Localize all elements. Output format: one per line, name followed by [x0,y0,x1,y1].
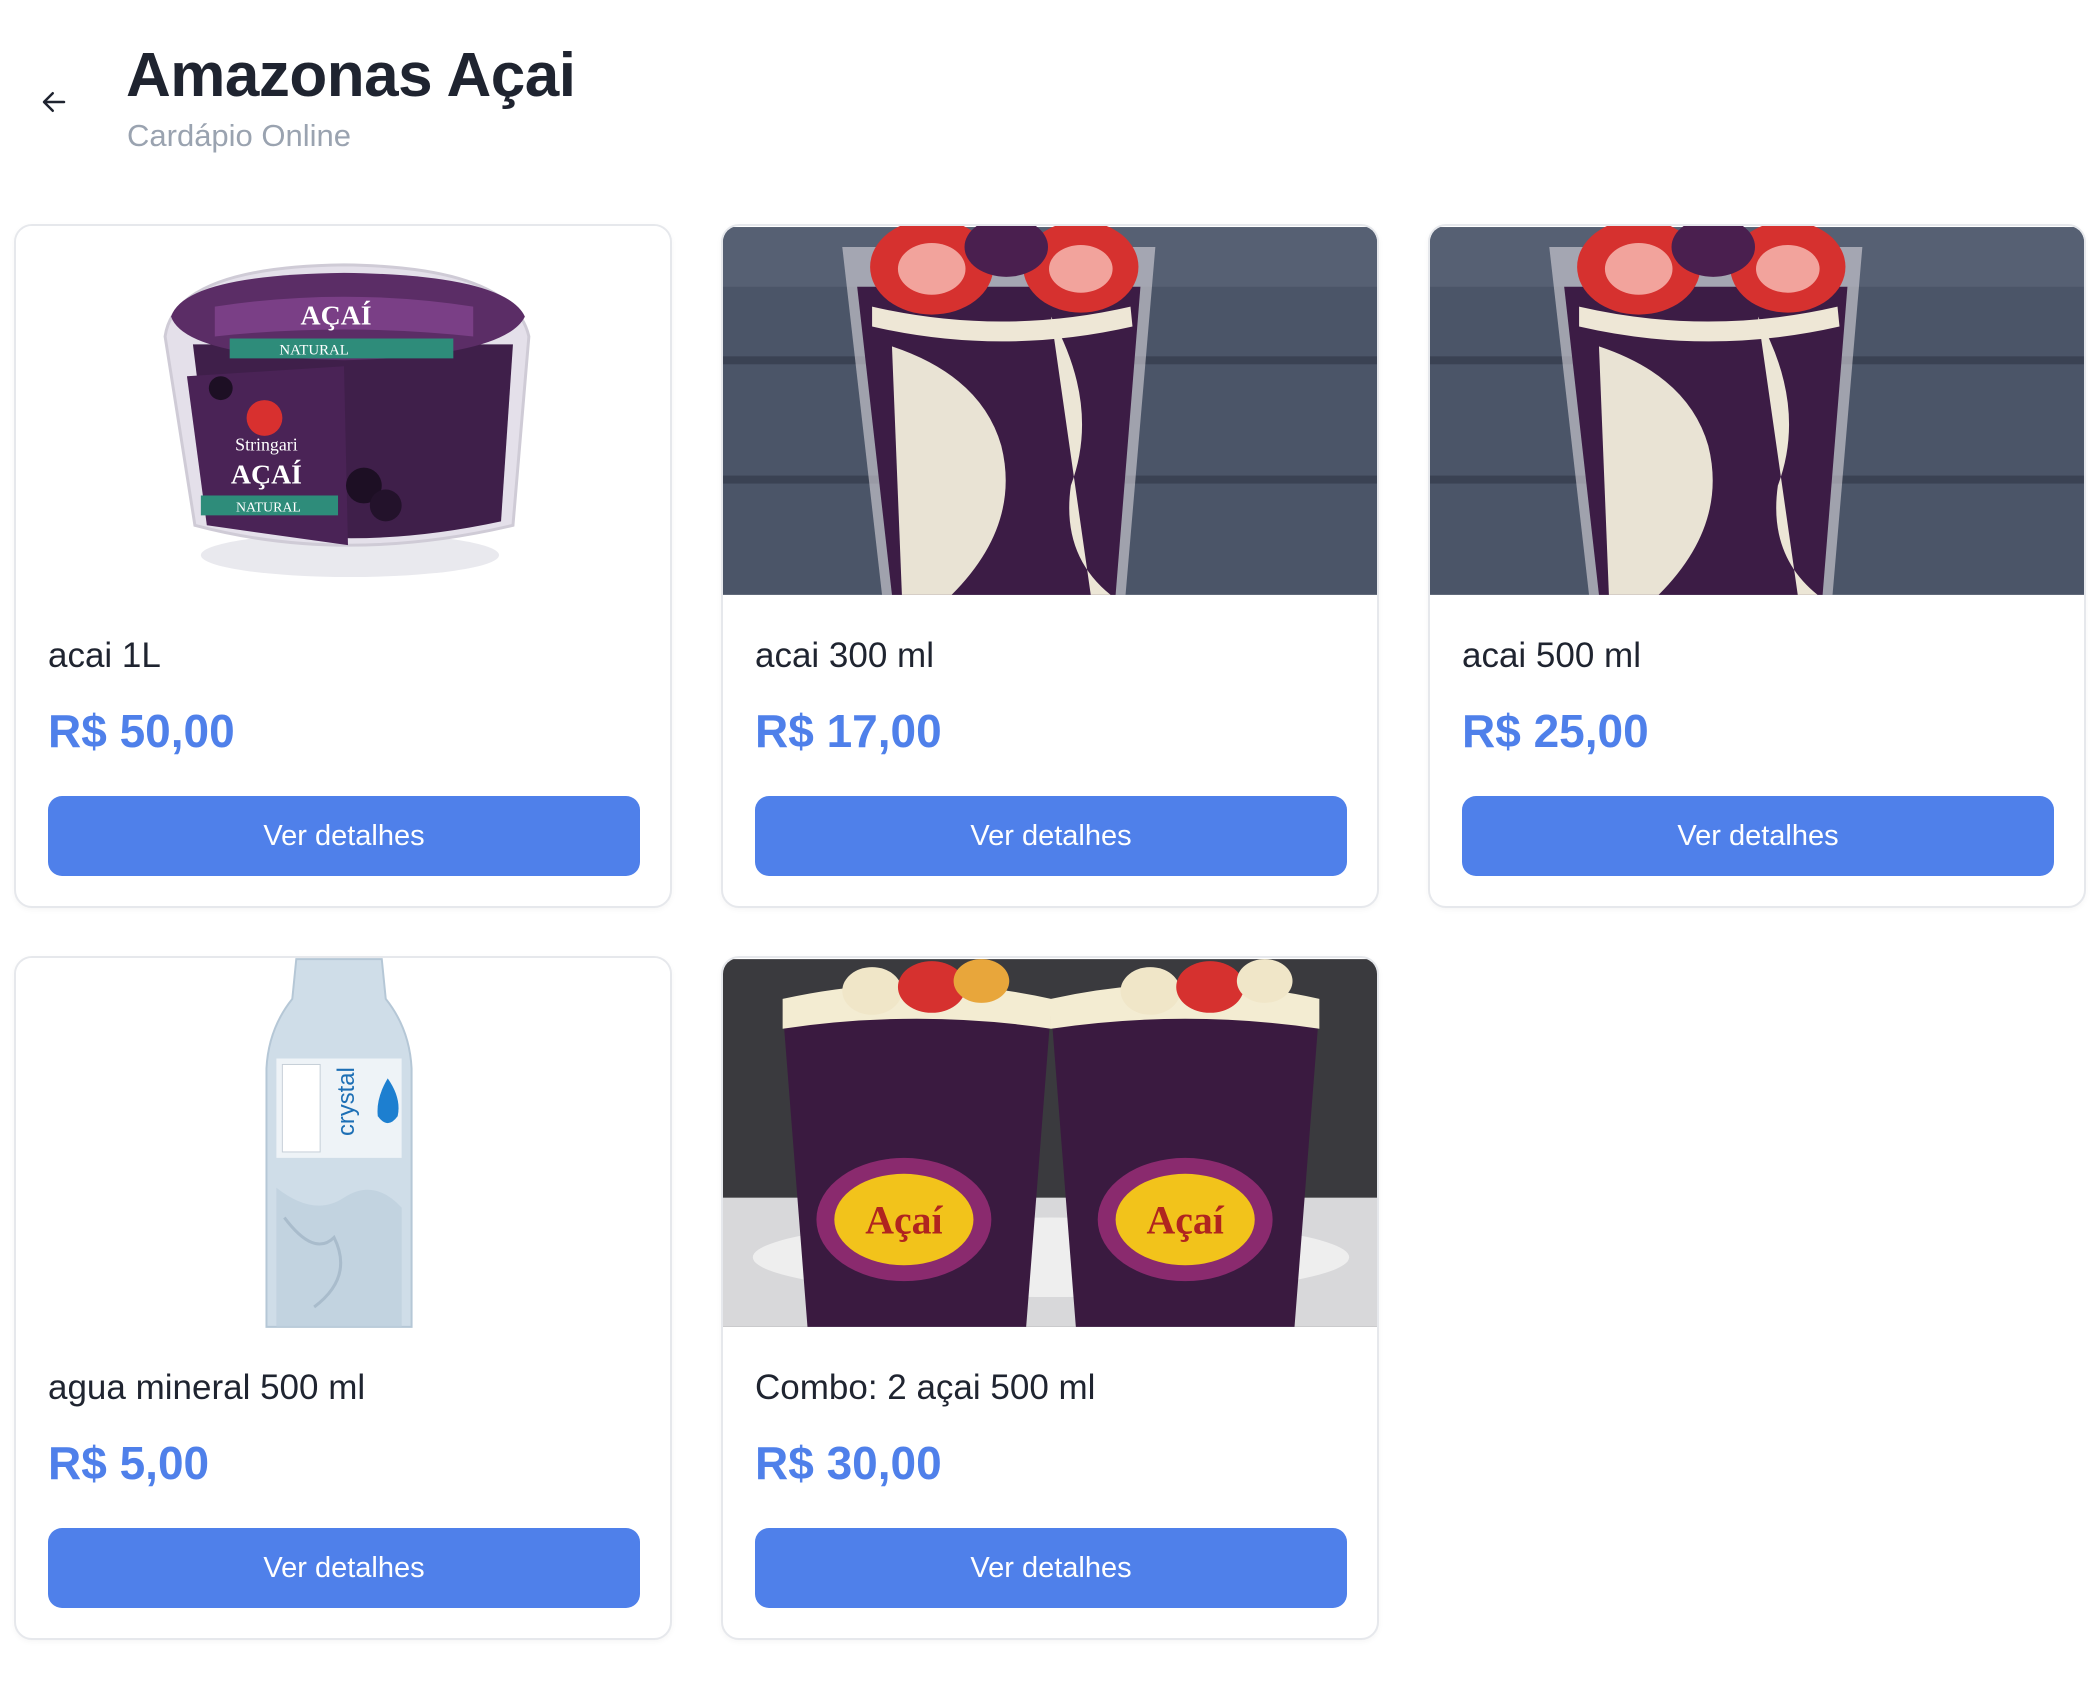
view-details-button[interactable]: Ver detalhes [48,1528,640,1608]
water-bottle-image: crystal [16,958,670,1328]
view-details-button[interactable]: Ver detalhes [48,796,640,876]
product-card[interactable]: Açaí Açaí Combo: 2 açai 500 ml R$ 30,00 … [721,956,1379,1640]
combo-cup-label-left: Açaí [865,1198,943,1242]
arrow-left-icon [42,92,66,112]
product-name: agua mineral 500 ml [48,1368,366,1407]
view-details-button[interactable]: Ver detalhes [755,1528,1347,1608]
product-card[interactable]: acai 500 ml R$ 25,00 Ver detalhes [1428,224,2086,908]
bottle-brand-label: crystal [333,1067,360,1136]
product-name: acai 300 ml [755,636,934,675]
page-subtitle: Cardápio Online [127,118,352,153]
tub-brand-label: Stringari [235,435,298,455]
product-price: R$ 50,00 [48,705,235,757]
product-card[interactable]: acai 300 ml R$ 17,00 Ver detalhes [721,224,1379,908]
product-name: Combo: 2 açai 500 ml [755,1368,1096,1407]
product-grid: AÇAÍ NATURAL Stringari AÇAÍ NATURAL acai… [14,224,2086,1664]
acai-tub-image: AÇAÍ NATURAL Stringari AÇAÍ NATURAL [16,226,670,596]
product-name: acai 1L [48,636,161,675]
back-button[interactable] [30,78,78,126]
acai-cup-strawberry-image [723,226,1377,596]
product-price: R$ 30,00 [755,1437,942,1489]
tub-variant-label: NATURAL [236,500,301,515]
page-header: Amazonas Açai Cardápio Online [0,0,2098,190]
product-price: R$ 25,00 [1462,705,1649,757]
tub-lid-label: AÇAÍ [300,301,371,332]
view-details-button[interactable]: Ver detalhes [755,796,1347,876]
acai-cup-strawberry-image [1430,226,2084,596]
view-details-button[interactable]: Ver detalhes [1462,796,2054,876]
product-card[interactable]: AÇAÍ NATURAL Stringari AÇAÍ NATURAL acai… [14,224,672,908]
product-price: R$ 17,00 [755,705,942,757]
product-name: acai 500 ml [1462,636,1641,675]
combo-cup-label-right: Açaí [1147,1198,1225,1242]
tub-lid-variant: NATURAL [279,342,349,358]
page-title: Amazonas Açai [126,41,576,110]
acai-combo-cups-image: Açaí Açaí [723,958,1377,1328]
product-card[interactable]: crystal agua mineral 500 ml R$ 5,00 Ver … [14,956,672,1640]
product-price: R$ 5,00 [48,1437,210,1489]
tub-product-label: AÇAÍ [231,460,302,491]
